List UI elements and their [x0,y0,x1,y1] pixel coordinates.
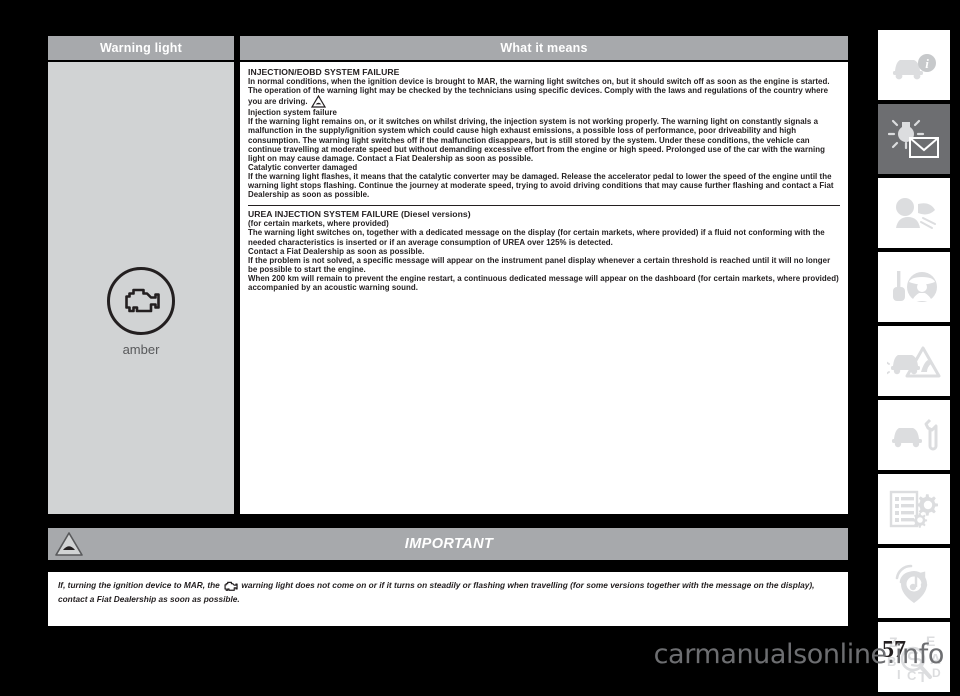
section-paragraph-urea-1: The warning light switches on, together … [248,228,825,247]
sidebar-item-emergency[interactable] [878,326,950,396]
subsection-heading-catalytic: Catalytic converter damaged [248,162,358,172]
section-injection-eobd: INJECTION/EOBD SYSTEM FAILURE In normal … [248,67,840,200]
airbag-icon [890,194,938,232]
section-title-urea: UREA INJECTION SYSTEM FAILURE (Diesel ve… [248,209,471,220]
important-label: IMPORTANT [404,536,494,552]
important-note-box: If, turning the ignition device to MAR, … [48,572,848,626]
technical-specs-gears-icon [888,489,940,529]
sidebar-item-airbag-safety[interactable] [878,178,950,248]
sidebar-item-multimedia[interactable] [878,548,950,618]
important-note-text: If, turning the ignition device to MAR, … [58,580,838,606]
sidebar-item-lights-and-messages[interactable] [878,104,950,174]
section-urea-injection: UREA INJECTION SYSTEM FAILURE (Diesel ve… [248,210,840,292]
warning-lamp-block: amber [48,267,234,357]
section-paragraph-urea-3: If the problem is not solved, a specific… [248,255,831,274]
warning-lights-table: Warning light What it means amber INJECT… [48,36,848,514]
engine-check-icon [107,267,175,335]
sidebar-item-car-info[interactable]: i [878,30,950,100]
table-header-warning-light-label: Warning light [100,41,182,55]
multimedia-music-icon [889,561,939,605]
sidebar-item-maintenance[interactable] [878,400,950,470]
warning-triangle-icon [310,95,326,108]
sidebar-item-technical-specifications[interactable] [878,474,950,544]
car-service-wrench-icon [888,417,940,453]
car-info-icon: i [889,47,939,83]
warning-triangle-icon [54,531,84,557]
svg-text:i: i [925,56,929,71]
subsection-text-injection: If the warning light remains on, or it s… [248,117,825,163]
lights-and-message-icon [888,118,940,160]
subsection-heading-injection: Injection system failure [248,108,337,118]
what-it-means-cell: INJECTION/EOBD SYSTEM FAILURE In normal … [240,62,848,514]
note-text-before-icon: If, turning the ignition device to MAR, … [58,580,220,590]
section-subtitle-urea: (for certain markets, where provided) [248,219,389,229]
table-body-row: amber INJECTION/EOBD SYSTEM FAILURE In n… [48,62,848,514]
warning-light-cell: amber [48,62,234,514]
engine-check-icon [223,581,238,594]
table-header-what-it-means: What it means [240,36,848,60]
important-banner: IMPORTANT [48,528,848,560]
table-header-row: Warning light What it means [48,36,848,60]
table-header-warning-light: Warning light [48,36,234,60]
section-paragraph-urea-4: When 200 km will remain to prevent the e… [248,273,839,292]
section-paragraph: In normal conditions, when the ignition … [248,77,830,108]
subsection-text-catalytic: If the warning light flashes, it means t… [248,171,834,200]
section-divider [248,205,840,207]
warning-lamp-colour-label: amber [122,342,160,357]
sidebar-item-starting-and-driving[interactable] [878,252,950,322]
emergency-warning-triangle-icon [887,342,941,380]
table-header-what-it-means-label: What it means [500,41,588,55]
chapter-sidebar: i Z B I C T E A D [878,30,950,696]
section-paragraph-urea-2: Contact a Fiat Dealership as soon as pos… [248,246,425,256]
watermark: carmanualsonline.info [653,639,945,670]
manual-page: Warning light What it means amber INJECT… [0,0,960,692]
key-steering-wheel-icon [888,268,940,306]
section-title: INJECTION/EOBD SYSTEM FAILURE [248,67,400,77]
